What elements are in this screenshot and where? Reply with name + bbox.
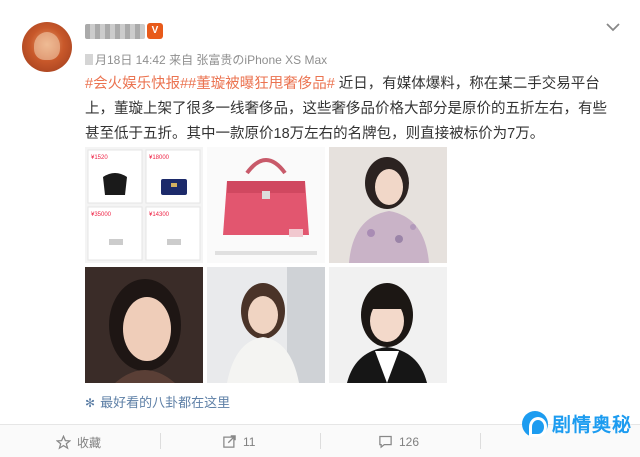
image-listing-screenshot[interactable]: ¥1520 ¥18000 ¥35000 ¥14300: [85, 147, 203, 263]
post-text: #会火娱乐快报##董璇被曝狂甩奢侈品# 近日，有媒体爆料，称在某二手交易平台上，…: [85, 72, 621, 147]
action-separator: [480, 433, 481, 449]
image-woman-gown[interactable]: [329, 147, 447, 263]
favorite-label: 收藏: [77, 436, 102, 450]
watermark-text: 剧情奥秘: [551, 415, 632, 436]
listing-price-3: ¥35000: [91, 212, 112, 218]
image-portrait-closeup[interactable]: [85, 267, 203, 383]
comment-count: 126: [399, 434, 420, 449]
listing-price-4: ¥14300: [149, 212, 170, 218]
comment-icon: [379, 435, 392, 449]
repost-button[interactable]: 11: [222, 434, 255, 449]
chevron-down-icon[interactable]: [604, 18, 622, 36]
listing-price-2: ¥18000: [149, 155, 170, 161]
image-pink-handbag[interactable]: [207, 147, 325, 263]
caption-text: 最好看的八卦都在这里: [100, 395, 231, 410]
avatar[interactable]: [22, 22, 72, 72]
star-icon: [56, 435, 71, 450]
snowflake-icon: ✻: [85, 396, 96, 410]
topic-link-2[interactable]: #董璇被曝狂甩奢侈品#: [188, 76, 335, 92]
topic-link-1[interactable]: #会火娱乐快报#: [85, 76, 188, 92]
repost-count: 11: [243, 434, 256, 449]
post-time[interactable]: 月18日 14:42: [95, 53, 166, 67]
post-meta: 月18日 14:42 来自 张富贵のiPhone XS Max: [85, 51, 327, 68]
action-separator: [320, 433, 321, 449]
post-source-label: 来自: [169, 53, 194, 67]
listing-price-1: ¥1520: [91, 155, 108, 161]
favorite-button[interactable]: 收藏: [56, 434, 101, 451]
watermark: 剧情奥秘: [521, 410, 632, 437]
comment-button[interactable]: 126: [378, 434, 419, 449]
watermark-logo-icon: [521, 410, 548, 437]
post-device: 张富贵のiPhone XS Max: [196, 53, 328, 67]
post-caption[interactable]: ✻ 最好看的八卦都在这里: [85, 392, 230, 411]
action-separator: [160, 433, 161, 449]
repost-icon: [223, 435, 236, 448]
vip-badge: V: [147, 23, 163, 39]
image-portrait-window[interactable]: [207, 267, 325, 383]
username[interactable]: [85, 24, 145, 39]
image-portrait-bangs[interactable]: [329, 267, 447, 383]
